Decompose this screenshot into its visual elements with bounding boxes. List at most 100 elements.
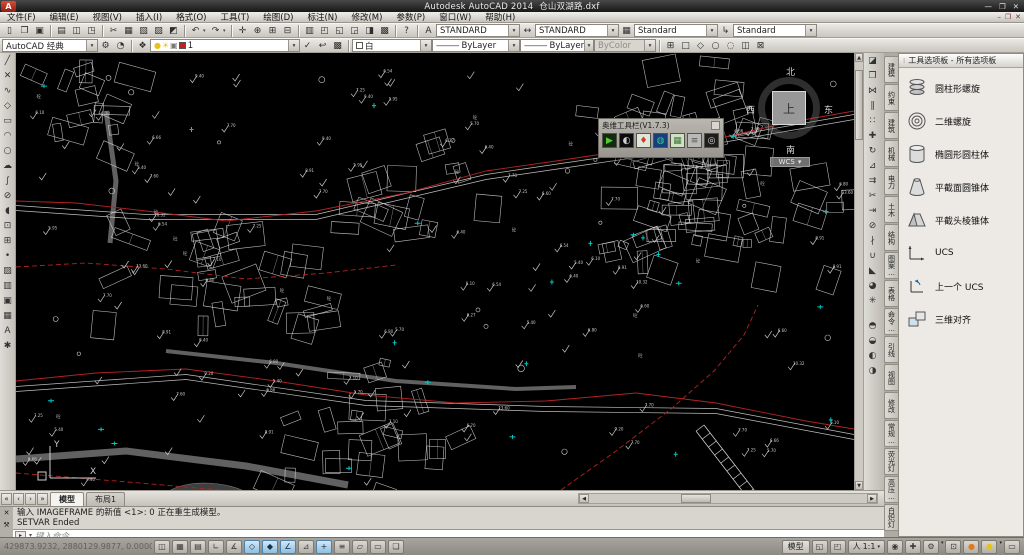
chevron-down-icon[interactable]: ▾	[223, 28, 228, 34]
object-snap-tracking-toggle[interactable]: ∠	[280, 540, 296, 554]
arc-icon[interactable]: ◠	[1, 128, 15, 143]
scroll-down-arrow[interactable]: ▼	[855, 481, 863, 490]
layout-tab-模型[interactable]: 模型	[50, 492, 84, 506]
menu-item-5[interactable]: 工具(T)	[213, 11, 256, 23]
palette-tab-12[interactable]: 修改	[884, 392, 898, 419]
lineweight-toggle[interactable]: ≡	[334, 540, 350, 554]
polar-tracking-toggle[interactable]: ∡	[226, 540, 242, 554]
region-icon[interactable]: ▣	[1, 293, 15, 308]
viewports-dialog-icon[interactable]: ⊞	[663, 39, 678, 52]
ovital-globe-icon[interactable]: ◍	[653, 133, 668, 148]
single-viewport-icon[interactable]: □	[678, 39, 693, 52]
drawing-canvas[interactable]: 6.606.665.407.706.406.547.605.957.255.70…	[16, 53, 854, 490]
vertical-scrollbar[interactable]: ▲ ▼	[854, 53, 863, 490]
chevron-down-icon[interactable]: ▾	[86, 40, 97, 51]
block-editor-icon[interactable]: ◩	[166, 24, 181, 37]
command-close-icon[interactable]: ✕	[4, 509, 10, 517]
hatch-icon[interactable]: ▨	[1, 263, 15, 278]
mirror-icon[interactable]: ⋈	[866, 83, 880, 98]
ovital-ring-icon[interactable]: ◎	[704, 133, 719, 148]
clean-screen-icon[interactable]: ▭	[1004, 540, 1020, 554]
palette-title-bar[interactable]: ⁞ 工具选项板 - 所有选项板	[899, 54, 1023, 68]
viewport-clip-icon[interactable]: ⊠	[753, 39, 768, 52]
palette-tab-14[interactable]: 荧光灯	[884, 448, 898, 475]
insert-block-icon[interactable]: ⊡	[1, 218, 15, 233]
layout-tab-布局1[interactable]: 布局1	[86, 492, 125, 506]
annotation-scale-button[interactable]: 人 1:1 ▾	[848, 540, 885, 554]
workspace-switching-icon[interactable]: ⚙	[923, 540, 939, 554]
doc-restore-button[interactable]: ❐	[1005, 13, 1011, 21]
palette-item-2d-spiral[interactable]: 二维螺旋	[902, 106, 1020, 136]
zoom-realtime-icon[interactable]: ⊕	[250, 24, 265, 37]
paste-icon[interactable]: ▧	[136, 24, 151, 37]
menu-item-0[interactable]: 文件(F)	[0, 11, 43, 23]
viewcube-west[interactable]: 西	[746, 103, 755, 116]
menu-item-4[interactable]: 格式(O)	[169, 11, 213, 23]
palette-tab-5[interactable]: 土木	[884, 196, 898, 223]
palette-tab-6[interactable]: 结构	[884, 224, 898, 251]
explode-icon[interactable]: ✳	[866, 293, 880, 308]
dynamic-ucs-toggle[interactable]: ⊿	[298, 540, 314, 554]
clip-existing-viewport-icon[interactable]: ◌	[723, 39, 738, 52]
copy-clip-icon[interactable]: ▦	[121, 24, 136, 37]
line-icon[interactable]: ╱	[1, 53, 15, 68]
palette-tab-1[interactable]: 约束	[884, 84, 898, 111]
object-snap-toggle[interactable]: ◇	[244, 540, 260, 554]
dim-style-icon[interactable]: ↔	[520, 24, 535, 37]
palette-item-cone-frustum[interactable]: 平截面圆锥体	[902, 172, 1020, 202]
ellipse-arc-icon[interactable]: ◖	[1, 203, 15, 218]
palette-tab-16[interactable]: 白炽灯	[884, 504, 898, 531]
chamfer-icon[interactable]: ◣	[866, 263, 880, 278]
polygonal-viewport-icon[interactable]: ◇	[693, 39, 708, 52]
color-combo[interactable]: 白▾	[352, 39, 432, 52]
viewcube-wcs-menu[interactable]: WCS ▾	[770, 157, 810, 167]
layer-previous-icon[interactable]: ↩	[315, 39, 330, 52]
palette-item-ucs[interactable]: UCS	[902, 238, 1020, 268]
ovital-layers-icon[interactable]: ≡	[687, 133, 702, 148]
mtext-icon[interactable]: A	[1, 323, 15, 338]
revision-cloud-icon[interactable]: ☁	[1, 158, 15, 173]
palette-tab-11[interactable]: 视图	[884, 364, 898, 391]
palette-tab-10[interactable]: 引线	[884, 336, 898, 363]
chevron-down-icon[interactable]: ▾	[805, 25, 816, 36]
undo-icon[interactable]: ↶	[188, 24, 203, 37]
sheet-set-manager-icon[interactable]: ◲	[347, 24, 362, 37]
menu-item-1[interactable]: 编辑(E)	[43, 11, 86, 23]
last-tab-button[interactable]: »	[37, 493, 48, 505]
help-icon[interactable]: ?	[399, 24, 414, 37]
performance-icon[interactable]: ●	[963, 540, 979, 554]
palette-item-ucs-previous[interactable]: 上一个 UCS	[902, 271, 1020, 301]
palette-tab-9[interactable]: 命令…	[884, 308, 898, 335]
chevron-down-icon[interactable]: ▾	[584, 40, 593, 51]
construction-line-icon[interactable]: ✕	[1, 68, 15, 83]
chevron-down-icon[interactable]: ▾	[706, 25, 717, 36]
viewcube[interactable]: 北 南 西 东 上 WCS ▾	[748, 65, 832, 169]
quickcalc-icon[interactable]: ▩	[377, 24, 392, 37]
add-selected-icon[interactable]: ✱	[1, 338, 15, 353]
trim-icon[interactable]: ✂	[866, 188, 880, 203]
scroll-up-arrow[interactable]: ▲	[855, 53, 863, 62]
circle-icon[interactable]: ○	[1, 143, 15, 158]
coordinates-readout[interactable]: 429873.9232, 2880129.9877, 0.0000	[4, 542, 152, 551]
menu-item-11[interactable]: 帮助(H)	[478, 11, 522, 23]
properties-icon[interactable]: ▥	[302, 24, 317, 37]
rectangle-icon[interactable]: ▭	[1, 113, 15, 128]
minimize-button[interactable]: —	[984, 2, 992, 11]
vertical-scroll-thumb[interactable]	[855, 70, 863, 140]
close-button[interactable]: ✕	[1013, 2, 1019, 11]
rotate-icon[interactable]: ↻	[866, 143, 880, 158]
viewcube-south[interactable]: 南	[786, 143, 795, 156]
dynamic-input-toggle[interactable]: +	[316, 540, 332, 554]
open-icon[interactable]: ❐	[17, 24, 32, 37]
table-style-icon[interactable]: ▦	[619, 24, 634, 37]
workspace-combo[interactable]: AutoCAD 经典▾	[2, 39, 98, 52]
scale-icon[interactable]: ⊿	[866, 158, 880, 173]
layer-properties-icon[interactable]: ❖	[135, 39, 150, 52]
selection-cycling-toggle[interactable]: ❏	[388, 540, 404, 554]
bring-to-front-icon[interactable]: ◓	[866, 318, 880, 333]
make-block-icon[interactable]: ⊞	[1, 233, 15, 248]
viewcube-top-face[interactable]: 上	[772, 91, 806, 125]
my-workspace-icon[interactable]: ◔	[113, 39, 128, 52]
doc-close-button[interactable]: ✕	[1015, 13, 1021, 21]
move-icon[interactable]: ✚	[866, 128, 880, 143]
